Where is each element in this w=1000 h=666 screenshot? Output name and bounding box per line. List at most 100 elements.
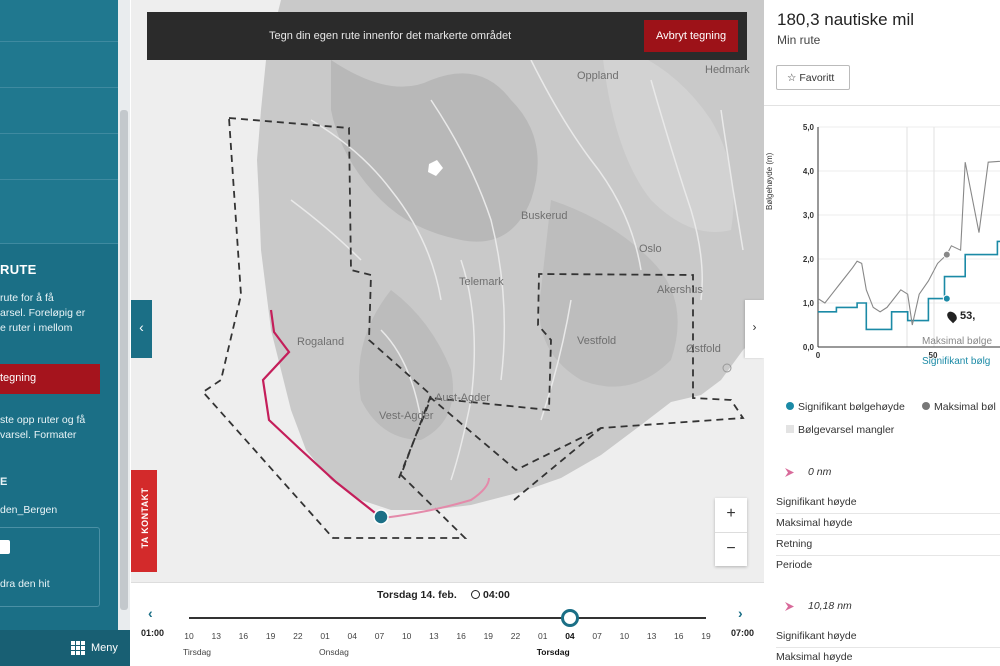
timeline-day-label: Torsdag xyxy=(536,647,570,657)
timeline-tick[interactable]: 10 xyxy=(179,631,199,641)
timeline-tick[interactable]: 16 xyxy=(233,631,253,641)
segment-1-row-1: Signifikant høyde xyxy=(776,496,1000,514)
timeline-tick[interactable]: 13 xyxy=(424,631,444,641)
chart-tooltip-max: Maksimal bølge xyxy=(922,336,993,347)
zoom-in-button[interactable]: + xyxy=(715,498,747,532)
timeline-tick[interactable]: 22 xyxy=(288,631,308,641)
timeline-handle[interactable] xyxy=(560,609,579,627)
sidebar-scrollbar[interactable] xyxy=(118,0,130,666)
legend-missing[interactable]: Bølgevarsel mangler xyxy=(786,424,894,436)
timeline-time-value: 04:00 xyxy=(483,589,510,601)
timeline-tick[interactable]: 01 xyxy=(315,631,335,641)
timeline-tick[interactable]: 19 xyxy=(261,631,281,641)
sidebar-desc-line-5: varsel. Formater xyxy=(0,429,77,441)
chevron-right-icon: › xyxy=(738,605,743,621)
route-name: Min rute xyxy=(777,33,821,47)
segment-1-row-4: Periode xyxy=(776,559,813,571)
timeline: Torsdag 14. feb. 04:00 ‹ › 01:00 07:00 1… xyxy=(131,582,764,666)
timeline-time: 04:00 xyxy=(471,589,510,601)
timeline-tick[interactable]: 22 xyxy=(506,631,526,641)
favorite-button[interactable]: ☆ Favoritt xyxy=(776,65,850,90)
place-ostfold: Østfold xyxy=(686,343,721,355)
timeline-tick[interactable]: 19 xyxy=(696,631,716,641)
star-icon: ☆ xyxy=(787,72,800,84)
cancel-drawing-button[interactable]: Avbryt tegning xyxy=(644,20,738,52)
timeline-tick[interactable]: 07 xyxy=(587,631,607,641)
timeline-day-label: Onsdag xyxy=(319,647,349,657)
collapse-sidebar-button[interactable]: ‹ xyxy=(131,300,152,358)
chart-series-max-line xyxy=(817,160,1000,326)
timeline-tick[interactable]: 04 xyxy=(342,631,362,641)
timeline-prev-button[interactable]: ‹ xyxy=(148,605,153,621)
place-vest-agder: Vest-Agder xyxy=(379,410,434,422)
chevron-left-icon: ‹ xyxy=(148,605,153,621)
place-vestfold: Vestfold xyxy=(577,335,617,347)
sidebar-item-1[interactable] xyxy=(0,0,118,42)
draw-banner-message: Tegn din egen rute innenfor det markerte… xyxy=(269,30,512,42)
segment-1-distance: 0 nm xyxy=(808,466,832,478)
timeline-tick[interactable]: 19 xyxy=(478,631,498,641)
sidebar-item-4-glyph: ) xyxy=(0,149,118,163)
timeline-day-label: Tirsdag xyxy=(183,647,212,657)
contact-tab[interactable]: TA KONTAKT xyxy=(131,470,157,572)
chart-x-tick-label: 0 xyxy=(816,351,821,360)
legend-max[interactable]: Maksimal bøl xyxy=(922,401,996,413)
chart-y-tick-label: 3,0 xyxy=(803,211,815,220)
sidebar-route-name[interactable]: den_Bergen xyxy=(0,503,112,518)
sidebar-item-3[interactable]: ) xyxy=(0,88,118,134)
draw-banner: Tegn din egen rute innenfor det markerte… xyxy=(147,12,747,60)
legend-max-label: Maksimal bøl xyxy=(934,401,996,413)
clock-icon xyxy=(471,590,480,599)
zoom-controls: + − xyxy=(715,498,747,566)
panel-divider xyxy=(764,105,1000,106)
chart-y-tick-label: 1,0 xyxy=(803,299,815,308)
segment-2-row-2: Maksimal høyde xyxy=(776,651,853,663)
timeline-tick[interactable]: 10 xyxy=(614,631,634,641)
timeline-tick[interactable]: 16 xyxy=(451,631,471,641)
timeline-track[interactable] xyxy=(189,617,706,619)
segment-1-row-3: Retning xyxy=(776,538,1000,556)
legend-max-dot xyxy=(922,402,930,410)
sidebar-desc-line-4: ste opp ruter og få xyxy=(0,414,86,426)
segment-1-row-2: Maksimal høyde xyxy=(776,517,1000,535)
sidebar-section-heading: RUTE xyxy=(0,262,37,277)
expand-panel-button[interactable]: › xyxy=(745,300,764,358)
legend-missing-label: Bølgevarsel mangler xyxy=(798,424,895,436)
chart-y-tick-label: 2,0 xyxy=(803,255,815,264)
place-akershus: Akershus xyxy=(657,284,703,296)
timeline-tick[interactable]: 13 xyxy=(206,631,226,641)
legend-sig-dot xyxy=(786,402,794,410)
timeline-tick[interactable]: 16 xyxy=(669,631,689,641)
timeline-tick[interactable]: 13 xyxy=(642,631,662,641)
sidebar-item-4[interactable]: ) xyxy=(0,134,118,180)
legend-sig[interactable]: Signifikant bølgehøyde xyxy=(786,401,905,413)
sidebar-draw-button[interactable]: tegning xyxy=(0,364,100,394)
timeline-date: Torsdag 14. feb. xyxy=(377,589,457,601)
sidebar-item-2[interactable] xyxy=(0,42,118,88)
timeline-tick[interactable]: 07 xyxy=(369,631,389,641)
timeline-next-button[interactable]: › xyxy=(738,605,743,621)
chart-tooltip-sig: Signifikant bølg xyxy=(922,356,991,367)
timeline-tick[interactable]: 01 xyxy=(533,631,553,641)
route-panel: 180,3 nautiske mil Min rute ☆ Favoritt 0… xyxy=(764,0,1000,666)
place-hedmark: Hedmark xyxy=(705,64,750,76)
chevron-right-icon: › xyxy=(752,320,757,334)
menu-button[interactable]: Meny xyxy=(0,630,130,666)
place-rogaland: Rogaland xyxy=(297,336,345,348)
route-distance-title: 180,3 nautiske mil xyxy=(777,10,915,29)
chart-distance-badge: 53, xyxy=(960,310,976,322)
contact-tab-label: TA KONTAKT xyxy=(140,487,150,549)
zoom-out-button[interactable]: − xyxy=(715,532,747,566)
sidebar-item-5[interactable] xyxy=(0,180,118,244)
sidebar-subheading: E xyxy=(0,476,8,488)
sidebar-scrollbar-thumb[interactable] xyxy=(120,110,128,610)
sidebar-item-3-glyph: ) xyxy=(0,103,118,117)
wave-chart: 0,0 1,0 2,0 3,0 4,0 5,0 0 50 xyxy=(764,115,1000,370)
sidebar-drop-zone[interactable]: dra den hit xyxy=(0,527,100,607)
chart-y-axis-label: Bølgehøyde (m) xyxy=(765,152,774,210)
timeline-tick[interactable]: 10 xyxy=(397,631,417,641)
place-oppland: Oppland xyxy=(577,70,619,82)
timeline-tick[interactable]: 04 xyxy=(560,631,580,641)
map-canvas[interactable]: Oppland Hedmark Buskerud Oslo Akershus T… xyxy=(131,0,764,582)
segment-2-row-1: Signifikant høyde xyxy=(776,630,1000,648)
